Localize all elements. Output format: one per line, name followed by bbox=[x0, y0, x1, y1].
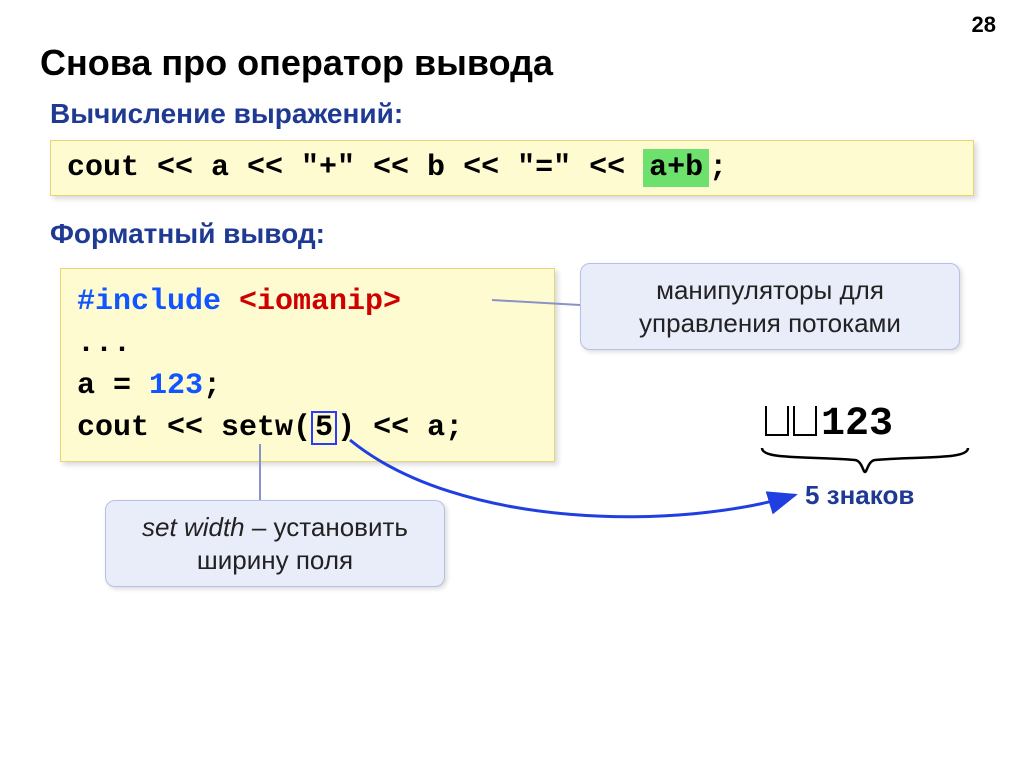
code2-assign-a: a = bbox=[77, 369, 149, 403]
code2-ellipsis: ... bbox=[77, 323, 538, 365]
callout-bottom-em: set width bbox=[142, 512, 245, 542]
section-heading-1: Вычисление выражений: bbox=[50, 98, 984, 130]
code1-suffix: ; bbox=[709, 151, 727, 185]
space-mark-icon bbox=[765, 406, 789, 436]
code2-cout-tail: ) << a; bbox=[337, 411, 463, 445]
code-expression: cout << a << "+" << b << "=" << a+b; bbox=[50, 140, 974, 196]
callout-top-line1: манипуляторы для bbox=[599, 274, 941, 307]
code2-setw-arg: 5 bbox=[311, 411, 337, 445]
underbrace-icon bbox=[760, 446, 970, 474]
code2-assign-semi: ; bbox=[203, 369, 221, 403]
callout-bottom-line2: ширину поля bbox=[124, 544, 426, 577]
callout-bottom-rest: – установить bbox=[245, 512, 408, 542]
space-mark-icon bbox=[793, 406, 817, 436]
section-heading-2: Форматный вывод: bbox=[50, 218, 984, 250]
code-format: #include <iomanip> ... a = 123; cout << … bbox=[60, 268, 555, 462]
output-number: 123 bbox=[821, 402, 893, 447]
callout-setwidth: set width – установить ширину поля bbox=[105, 500, 445, 587]
output-text: 123 bbox=[765, 402, 893, 447]
code1-prefix: cout << a << "+" << b << "=" << bbox=[67, 151, 643, 185]
callout-top-line2: управления потоками bbox=[599, 307, 941, 340]
code2-include-kw: #include bbox=[77, 285, 239, 319]
slide-title: Снова про оператор вывода bbox=[40, 42, 984, 84]
callout-manipulators: манипуляторы для управления потоками bbox=[580, 263, 960, 350]
code2-assign-val: 123 bbox=[149, 369, 203, 403]
code2-include-header: <iomanip> bbox=[239, 285, 401, 319]
code1-highlight: a+b bbox=[643, 149, 709, 187]
page-number: 28 bbox=[972, 12, 996, 38]
code2-cout-setw: cout << setw( bbox=[77, 411, 311, 445]
brace-label: 5 знаков bbox=[805, 480, 914, 511]
